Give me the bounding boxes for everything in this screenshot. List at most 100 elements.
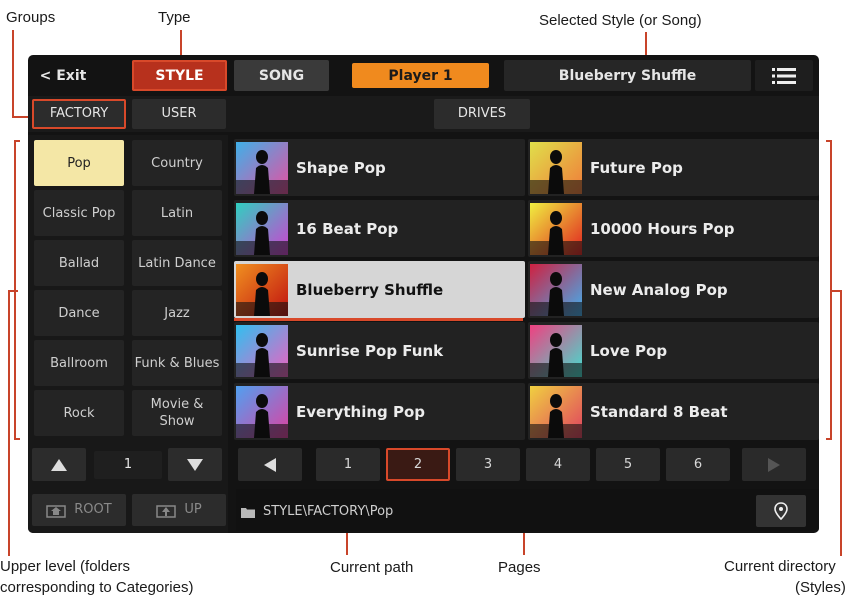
page-button[interactable]: 2 [386, 448, 450, 481]
tab-style[interactable]: STYLE [132, 60, 227, 91]
callout-selected-style: Selected Style (or Song) [539, 12, 702, 29]
category-label: Country [151, 155, 203, 171]
category-label: Jazz [164, 305, 190, 321]
category-item[interactable]: Dance [34, 290, 124, 336]
triangle-right-icon [768, 457, 780, 472]
group-user-button[interactable]: USER [132, 99, 226, 129]
locate-button[interactable] [756, 495, 806, 527]
category-item[interactable]: Classic Pop [34, 190, 124, 236]
style-item[interactable]: 10000 Hours Pop [528, 200, 819, 257]
category-item[interactable]: Country [132, 140, 222, 186]
callout-current-directory-2: (Styles) [795, 579, 846, 596]
style-item[interactable]: Blueberry Shuffle [234, 261, 525, 321]
leader-groups-v [12, 30, 14, 118]
style-item[interactable]: Everything Pop [234, 383, 525, 440]
style-thumbnail-icon [236, 385, 288, 438]
callout-groups: Groups [6, 9, 56, 26]
style-thumbnail-icon [530, 263, 582, 316]
page-button[interactable]: 4 [526, 448, 590, 481]
style-name: Standard 8 Beat [590, 402, 728, 421]
up-folder-button[interactable]: UP [132, 494, 226, 526]
tab-song[interactable]: SONG [234, 60, 329, 91]
tab-style-label: STYLE [155, 67, 204, 84]
page-button[interactable]: 6 [666, 448, 730, 481]
group-factory-label: FACTORY [49, 106, 109, 121]
category-item[interactable]: Ballroom [34, 340, 124, 386]
category-label: Latin [160, 205, 194, 221]
group-drives-button[interactable]: DRIVES [434, 99, 530, 129]
page-number: 6 [693, 457, 703, 472]
style-item[interactable]: Standard 8 Beat [528, 383, 819, 440]
page-button[interactable]: 1 [316, 448, 380, 481]
style-item[interactable]: Sunrise Pop Funk [234, 322, 525, 379]
category-item[interactable]: Movie & Show [132, 390, 222, 436]
bracket-directory-stem [840, 290, 842, 556]
style-item[interactable]: New Analog Pop [528, 261, 819, 318]
style-thumbnail-icon [530, 324, 582, 377]
page-number: 3 [483, 457, 493, 472]
exit-button[interactable]: < Exit [28, 60, 98, 91]
category-item[interactable]: Ballad [34, 240, 124, 286]
folder-icon [241, 507, 255, 518]
callout-type: Type [158, 9, 191, 26]
style-name: Future Pop [590, 158, 683, 177]
style-name: 10000 Hours Pop [590, 219, 735, 238]
style-thumbnail-icon [236, 263, 288, 316]
style-thumbnail-icon [530, 141, 582, 194]
callout-upper-level-1: Upper level (folders [0, 558, 131, 575]
hamburger-menu-icon [772, 67, 796, 84]
category-next-button[interactable] [168, 448, 222, 481]
style-thumbnail-icon [530, 202, 582, 255]
page-button[interactable]: 3 [456, 448, 520, 481]
triangle-up-icon [51, 458, 67, 471]
callout-upper-level-2: corresponding to Categories) [0, 579, 194, 596]
page-button[interactable]: 5 [596, 448, 660, 481]
menu-button[interactable] [755, 60, 813, 91]
category-item[interactable]: Jazz [132, 290, 222, 336]
style-thumbnail-icon [236, 202, 288, 255]
style-item[interactable]: 16 Beat Pop [234, 200, 525, 257]
category-label: Pop [67, 155, 91, 171]
player-label: Player 1 [388, 67, 453, 84]
page-prev-button[interactable] [238, 448, 302, 481]
category-item[interactable]: Funk & Blues [132, 340, 222, 386]
current-path: STYLE\FACTORY\Pop [241, 504, 393, 519]
style-thumbnail-icon [236, 141, 288, 194]
up-label: UP [184, 502, 202, 517]
category-item[interactable]: Latin [132, 190, 222, 236]
category-item[interactable]: Rock [34, 390, 124, 436]
current-path-text: STYLE\FACTORY\Pop [263, 504, 394, 519]
category-item[interactable]: Pop [34, 140, 124, 186]
up-folder-icon [156, 505, 177, 518]
style-name: Blueberry Shuffle [296, 280, 444, 299]
page-next-button[interactable] [742, 448, 806, 481]
category-prev-button[interactable] [32, 448, 86, 481]
player-button[interactable]: Player 1 [352, 63, 489, 88]
style-name: Shape Pop [296, 158, 386, 177]
category-label: Ballroom [50, 355, 108, 371]
page-number: 4 [553, 457, 563, 472]
home-folder-icon [46, 505, 67, 518]
group-factory-button[interactable]: FACTORY [32, 99, 126, 129]
category-page-number: 1 [123, 457, 133, 472]
style-name: New Analog Pop [590, 280, 728, 299]
category-label: Latin Dance [138, 255, 216, 271]
tab-song-label: SONG [258, 67, 305, 84]
category-item[interactable]: Latin Dance [132, 240, 222, 286]
style-item[interactable]: Love Pop [528, 322, 819, 379]
category-label: Dance [58, 305, 100, 321]
category-label: Movie & Show [150, 397, 204, 429]
bracket-upper-level-side [14, 140, 20, 440]
category-label: Rock [63, 405, 95, 421]
callout-pages: Pages [498, 559, 541, 576]
triangle-down-icon [187, 458, 203, 471]
style-thumbnail-icon [236, 324, 288, 377]
root-button[interactable]: ROOT [32, 494, 126, 526]
category-page-indicator: 1 [94, 451, 162, 479]
style-item[interactable]: Shape Pop [234, 139, 525, 196]
category-label: Funk & Blues [134, 355, 220, 371]
page-number: 1 [343, 457, 353, 472]
style-item[interactable]: Future Pop [528, 139, 819, 196]
group-drives-label: DRIVES [457, 106, 507, 121]
style-name: Everything Pop [296, 402, 426, 421]
